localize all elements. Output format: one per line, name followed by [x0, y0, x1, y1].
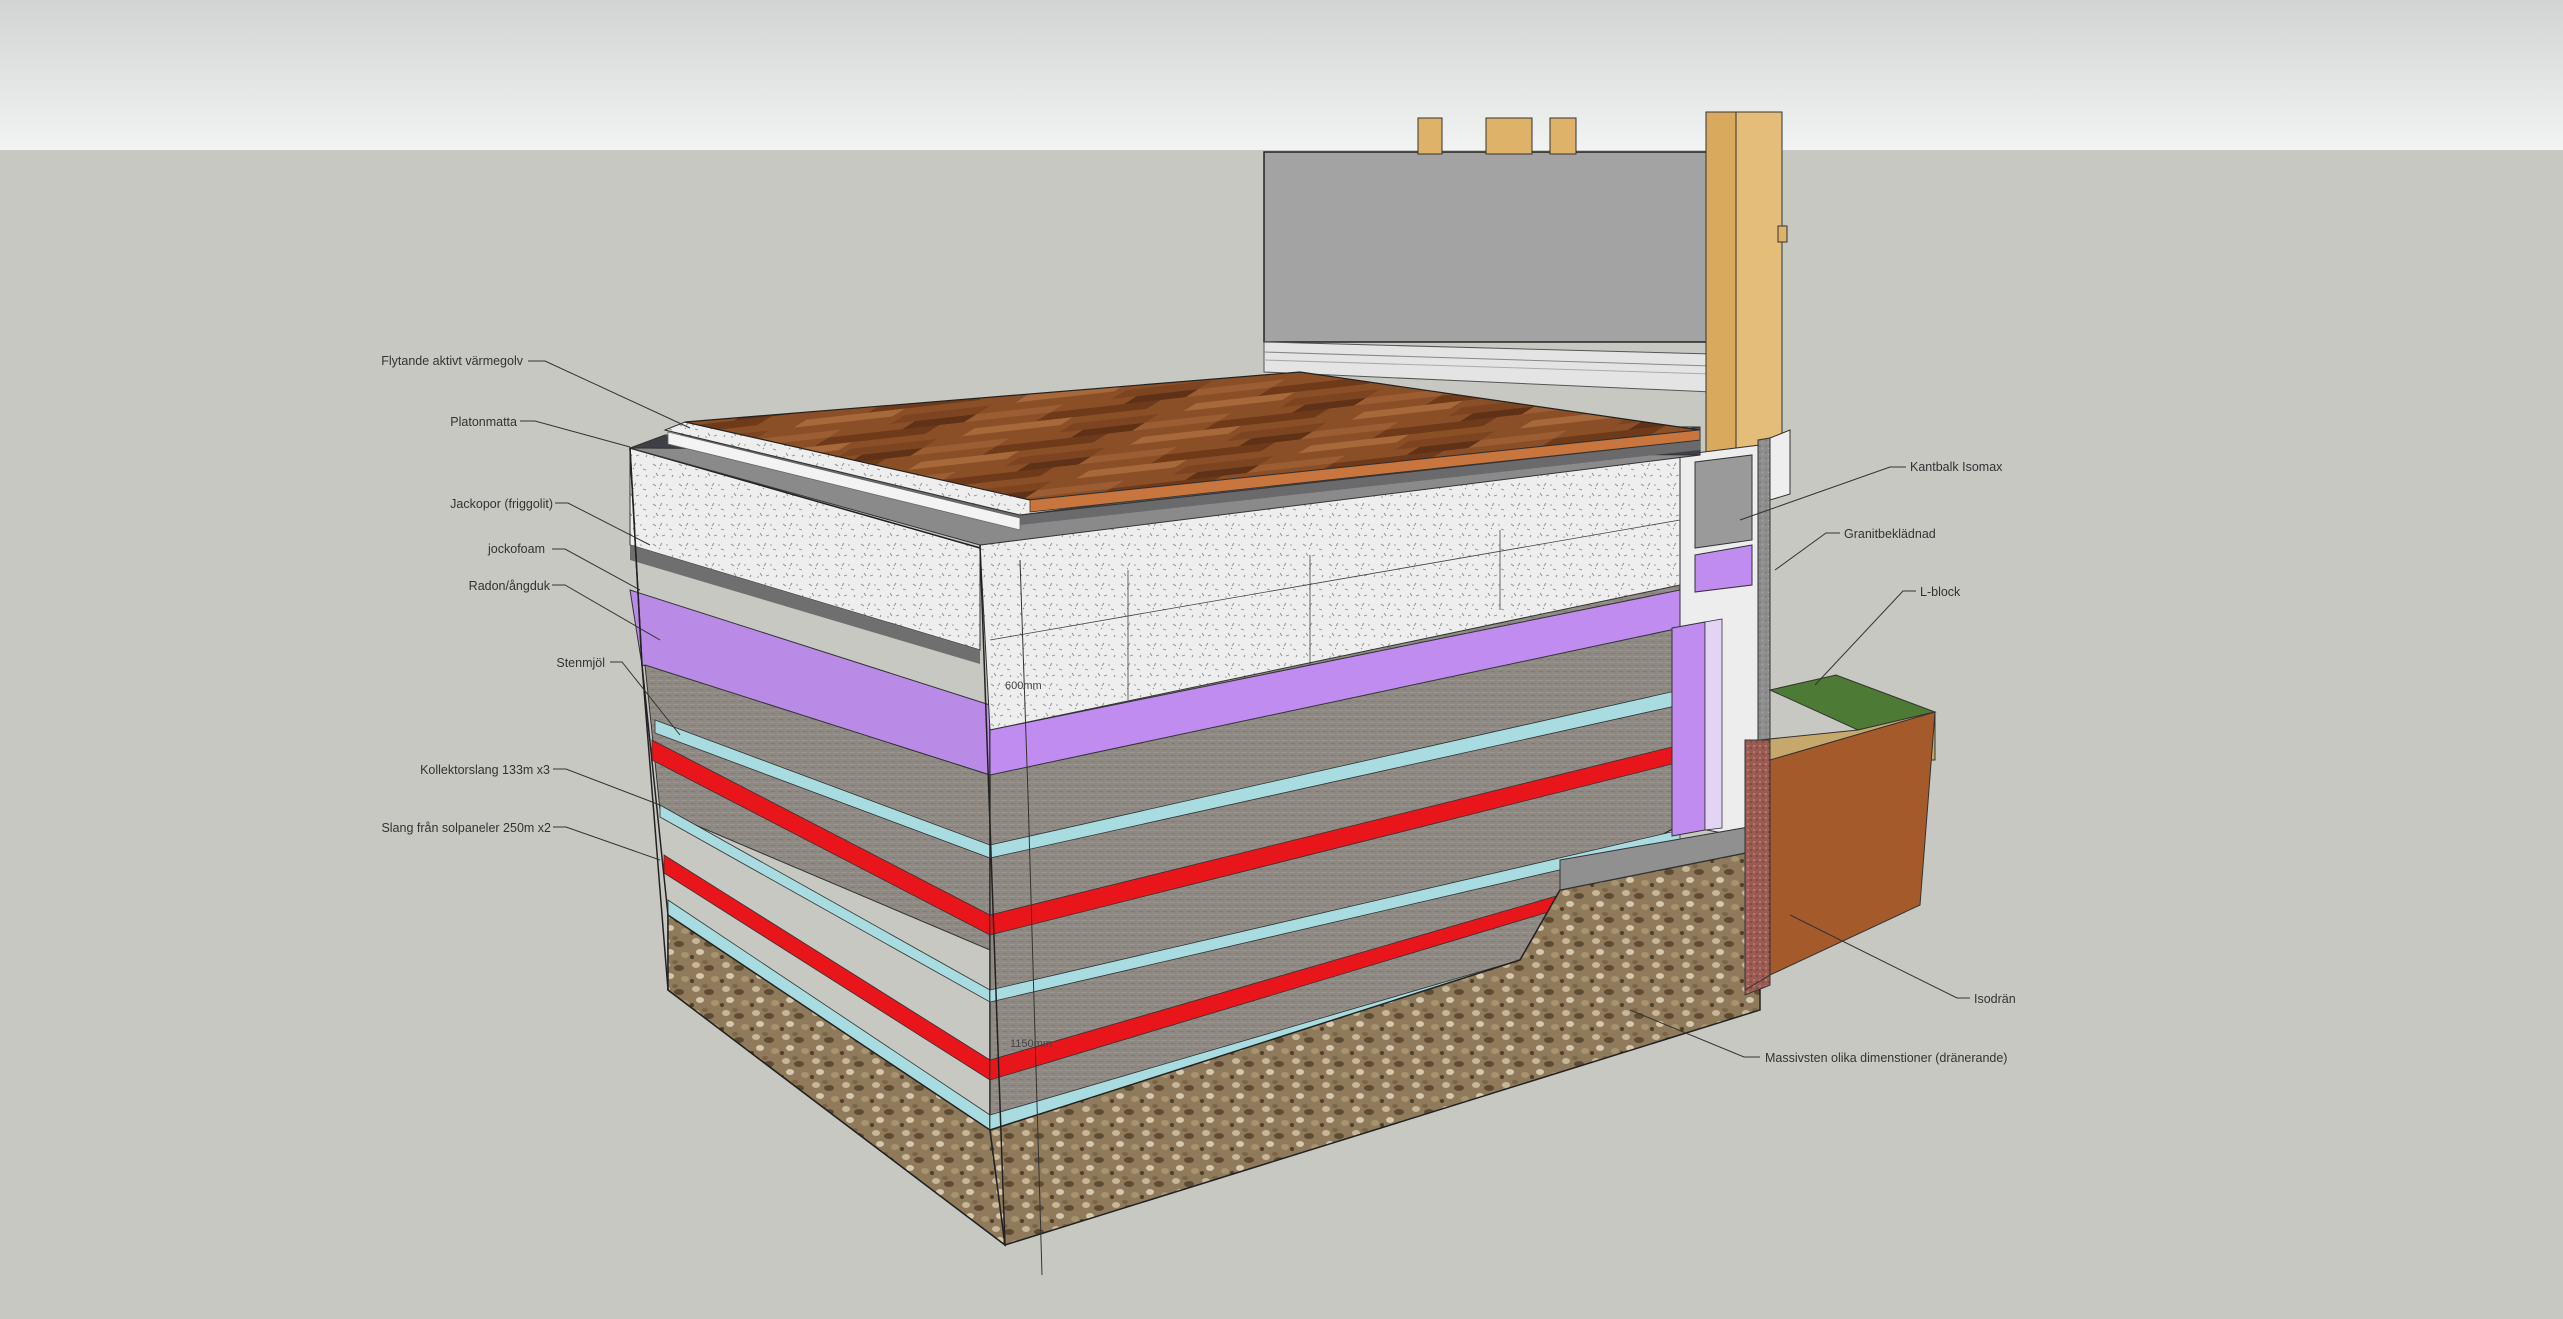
foundation-cross-section-diagram: [0, 0, 2563, 1319]
sky: [0, 0, 2563, 150]
interior-wall: [1263, 151, 1713, 393]
